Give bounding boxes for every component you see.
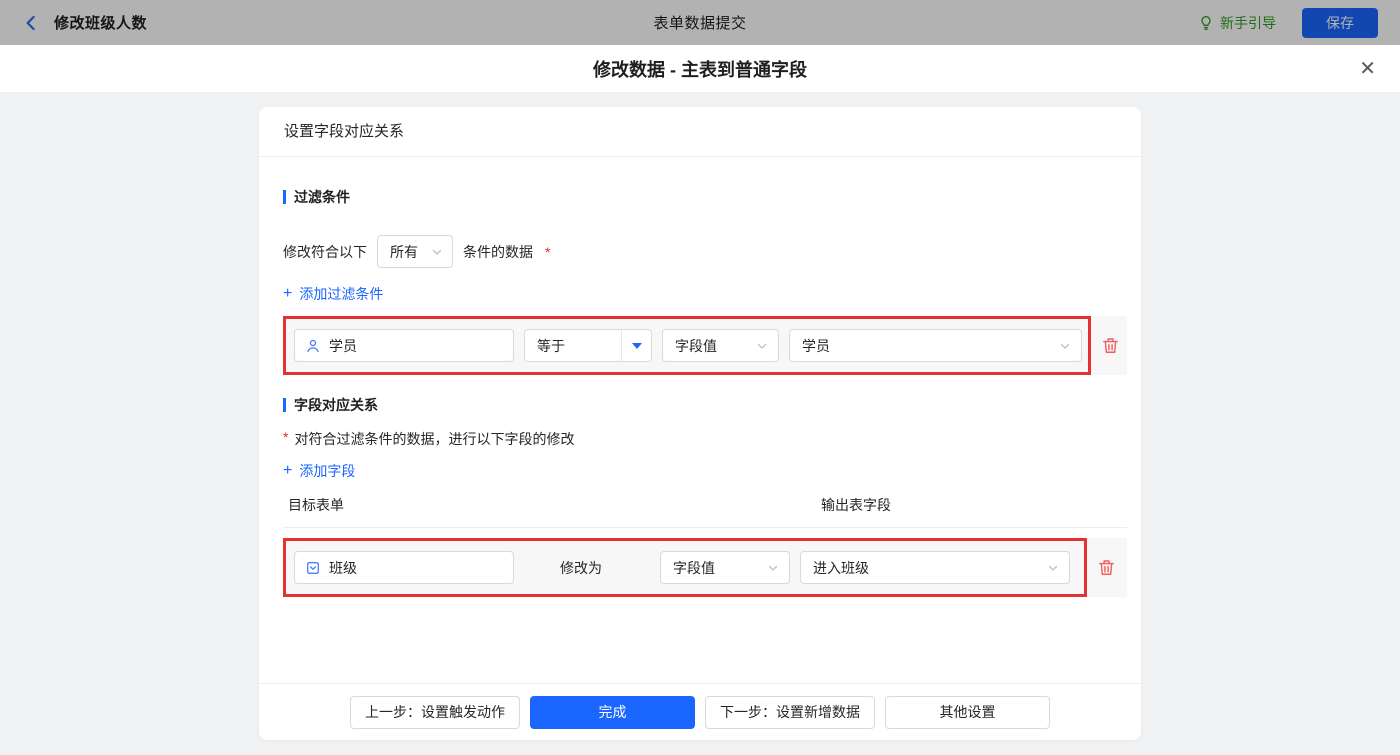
dialog-header: 修改数据 - 主表到普通字段 ✕: [0, 45, 1400, 93]
filter-section-title: 过滤条件: [283, 187, 1127, 207]
filter-field-input[interactable]: 学员: [294, 329, 514, 362]
chevron-down-icon: [1047, 562, 1059, 574]
lightbulb-icon: [1198, 15, 1214, 31]
target-field-input[interactable]: 班级: [294, 551, 514, 584]
add-field-link[interactable]: + 添加字段: [283, 461, 355, 481]
delete-mapping-button[interactable]: [1097, 558, 1116, 577]
match-mode-value: 所有: [390, 243, 418, 260]
dropdown-field-icon: [305, 560, 321, 576]
trash-icon: [1103, 338, 1118, 353]
field-mapping-card: 设置字段对应关系 过滤条件 修改符合以下 所有 条件的数据 * + 添加过滤条件: [259, 107, 1141, 740]
match-suffix-text: 条件的数据: [463, 243, 533, 260]
value-type-value: 字段值: [673, 559, 715, 576]
mapping-section-title: 字段对应关系: [283, 395, 1127, 415]
highlight-border-box: 学员 等于 字段值 学员: [283, 316, 1091, 375]
compare-field-select[interactable]: 学员: [789, 329, 1082, 362]
modify-to-label: 修改为: [560, 559, 602, 576]
required-asterisk: *: [545, 243, 551, 260]
column-target-form: 目标表单: [288, 497, 344, 513]
card-header-title: 设置字段对应关系: [259, 107, 1141, 157]
person-icon: [305, 338, 321, 354]
source-field-value: 进入班级: [813, 559, 869, 576]
dialog-title: 修改数据 - 主表到普通字段: [593, 59, 807, 80]
close-icon[interactable]: ✕: [1359, 59, 1376, 79]
page-title: 表单数据提交: [653, 15, 747, 32]
value-type-value: 字段值: [675, 337, 717, 354]
source-field-select[interactable]: 进入班级: [800, 551, 1070, 584]
match-mode-select[interactable]: 所有: [377, 235, 453, 268]
other-settings-button[interactable]: 其他设置: [885, 695, 1050, 729]
mapping-description: * 对符合过滤条件的数据，进行以下字段的修改: [283, 429, 1127, 449]
match-prefix-text: 修改符合以下: [283, 243, 367, 260]
section-marker: [283, 190, 286, 204]
add-filter-condition-link[interactable]: + 添加过滤条件: [283, 284, 383, 304]
operator-caret-button[interactable]: [621, 330, 651, 361]
value-type-select[interactable]: 字段值: [660, 551, 790, 584]
trash-icon: [1099, 560, 1114, 575]
top-app-bar: 修改班级人数 表单数据提交 新手引导 保存: [0, 0, 1400, 45]
required-asterisk: *: [283, 429, 289, 445]
mapping-column-headers: 目标表单 输出表字段: [283, 495, 1127, 528]
section-marker: [283, 398, 286, 412]
done-button[interactable]: 完成: [530, 695, 695, 729]
match-rule-row: 修改符合以下 所有 条件的数据 *: [283, 235, 1127, 268]
chevron-down-icon: [767, 562, 779, 574]
plus-icon: +: [283, 462, 293, 479]
chevron-down-icon: [1059, 340, 1071, 352]
operator-select[interactable]: 等于: [524, 329, 652, 362]
target-field-value: 班级: [329, 559, 357, 576]
filter-field-value: 学员: [329, 337, 357, 354]
guide-label: 新手引导: [1220, 14, 1276, 31]
mapping-description-text: 对符合过滤条件的数据，进行以下字段的修改: [294, 431, 575, 447]
field-mapping-row: 班级 修改为 字段值 进入班级: [283, 538, 1127, 597]
filter-condition-row: 学员 等于 字段值 学员: [283, 316, 1127, 375]
caret-down-icon: [631, 342, 642, 349]
beginner-guide-link[interactable]: 新手引导: [1198, 13, 1276, 33]
topbar-actions: 新手引导 保存: [1198, 7, 1378, 38]
delete-condition-button[interactable]: [1101, 336, 1120, 355]
value-type-select[interactable]: 字段值: [662, 329, 779, 362]
prev-step-button[interactable]: 上一步：设置触发动作: [350, 695, 520, 729]
card-footer: 上一步：设置触发动作 完成 下一步：设置新增数据 其他设置: [259, 683, 1141, 740]
chevron-down-icon: [756, 340, 768, 352]
column-output-field: 输出表字段: [821, 497, 891, 513]
card-body: 过滤条件 修改符合以下 所有 条件的数据 * + 添加过滤条件 学员 等于 字段…: [259, 157, 1141, 683]
next-step-button[interactable]: 下一步：设置新增数据: [705, 695, 875, 729]
operator-value: 等于: [537, 337, 565, 354]
save-button[interactable]: 保存: [1302, 7, 1378, 38]
chevron-down-icon: [431, 246, 443, 258]
plus-icon: +: [283, 285, 293, 302]
highlight-border-box: 班级 修改为 字段值 进入班级: [283, 538, 1087, 597]
compare-field-value: 学员: [802, 337, 830, 354]
